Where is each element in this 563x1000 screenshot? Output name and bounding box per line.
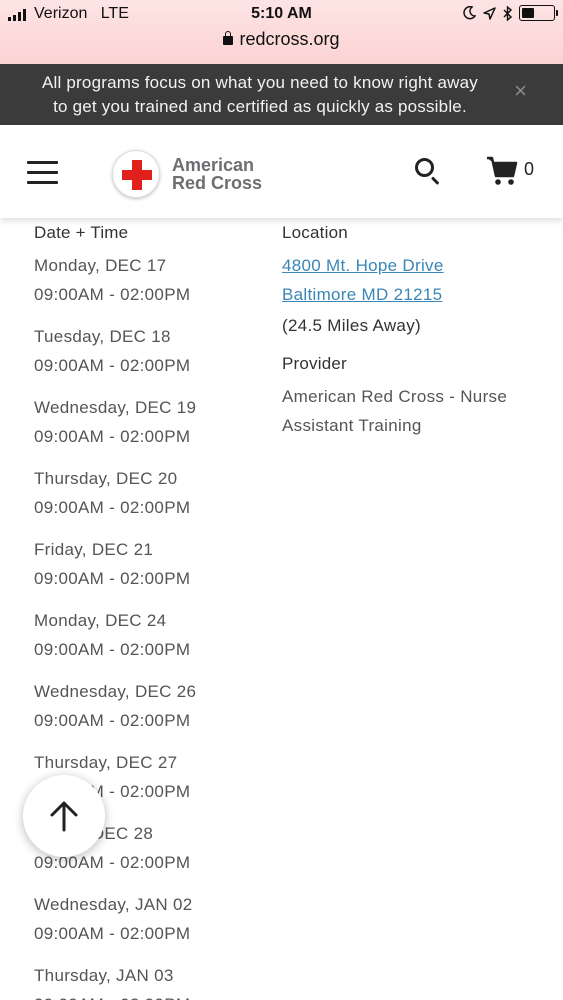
logo-line-1: American	[172, 155, 255, 175]
distance-text: (24.5 Miles Away)	[282, 316, 421, 335]
location-column: Location 4800 Mt. Hope Drive Baltimore M…	[282, 222, 542, 440]
schedule-slot: Monday, DEC 24 09:00AM - 02:00PM	[34, 606, 264, 664]
slot-time: 09:00AM - 02:00PM	[34, 640, 191, 659]
back-to-top-button[interactable]	[23, 775, 105, 857]
cart-button[interactable]: 0	[486, 155, 534, 187]
schedule-slot: Tuesday, DEC 18 09:00AM - 02:00PM	[34, 322, 264, 380]
provider-name-line-1: American Red Cross - Nurse	[282, 387, 508, 406]
close-icon[interactable]: ×	[514, 78, 527, 104]
arrow-up-icon	[50, 801, 78, 832]
location-arrow-icon	[483, 6, 496, 20]
slot-time: 09:00AM - 02:00PM	[34, 990, 264, 1000]
date-time-heading: Date + Time	[34, 223, 129, 242]
url-text: redcross.org	[239, 29, 340, 49]
address-link-line-2[interactable]: Baltimore MD 21215	[282, 280, 542, 309]
provider-heading: Provider	[282, 354, 347, 373]
banner-line-2: to get you trained and certified as quic…	[53, 97, 467, 116]
slot-day: Wednesday, DEC 26	[34, 682, 197, 701]
cart-icon	[487, 156, 518, 185]
logo-line-2: Red Cross	[172, 173, 263, 193]
schedule-slot: Wednesday, JAN 02 09:00AM - 02:00PM	[34, 890, 264, 948]
slot-day: Wednesday, DEC 19	[34, 398, 197, 417]
slot-day: Monday, DEC 24	[34, 611, 167, 630]
slot-day: Wednesday, JAN 02	[34, 895, 193, 914]
slot-time: 09:00AM - 02:00PM	[34, 711, 191, 730]
moon-icon	[463, 6, 476, 20]
schedule-column: Date + Time Monday, DEC 17 09:00AM - 02:0…	[34, 222, 264, 1000]
schedule-slot: Thursday, JAN 03 09:00AM - 02:00PM	[34, 961, 264, 1000]
banner-message: All programs focus on what you need to k…	[0, 71, 520, 119]
bluetooth-icon	[503, 5, 512, 21]
slot-day: Monday, DEC 17	[34, 256, 167, 275]
address-bar[interactable]: redcross.org	[0, 29, 563, 50]
slot-time: 09:00AM - 02:00PM	[34, 285, 191, 304]
info-banner: All programs focus on what you need to k…	[0, 64, 563, 125]
class-details: Date + Time Monday, DEC 17 09:00AM - 02:0…	[0, 218, 563, 1000]
schedule-list: Monday, DEC 17 09:00AM - 02:00PM Tuesday, …	[34, 251, 264, 1000]
banner-line-1: All programs focus on what you need to k…	[41, 73, 479, 92]
schedule-slot: Wednesday, DEC 26 09:00AM - 02:00PM	[34, 677, 264, 735]
slot-time: 09:00AM - 02:00PM	[34, 498, 191, 517]
search-icon[interactable]	[412, 155, 444, 187]
hamburger-menu-icon[interactable]	[27, 161, 58, 185]
cart-count: 0	[524, 158, 535, 179]
lock-icon	[223, 31, 234, 45]
schedule-slot: Friday, DEC 21 09:00AM - 02:00PM	[34, 535, 264, 593]
slot-day: Thursday, JAN 03	[34, 966, 174, 985]
slot-time: 09:00AM - 02:00PM	[34, 356, 191, 375]
schedule-slot: Wednesday, DEC 19 09:00AM - 02:00PM	[34, 393, 264, 451]
red-cross-logo[interactable]: American Red Cross	[112, 150, 262, 198]
location-heading: Location	[282, 223, 348, 242]
slot-day: Friday, DEC 21	[34, 540, 154, 559]
provider-name-line-2: Assistant Training	[282, 416, 422, 435]
battery-icon	[519, 5, 558, 21]
site-header: American Red Cross 0	[0, 125, 563, 218]
slot-day: Tuesday, DEC 18	[34, 327, 171, 346]
slot-day: Thursday, DEC 27	[34, 753, 178, 772]
schedule-slot: Monday, DEC 17 09:00AM - 02:00PM	[34, 251, 264, 309]
schedule-slot: Thursday, DEC 20 09:00AM - 02:00PM	[34, 464, 264, 522]
red-cross-icon	[112, 150, 160, 198]
status-bar: Verizon LTE 5:10 AM redcross.org	[0, 0, 563, 64]
slot-day: Thursday, DEC 20	[34, 469, 178, 488]
slot-time: 09:00AM - 02:00PM	[34, 427, 191, 446]
address-link-line-1[interactable]: 4800 Mt. Hope Drive	[282, 251, 542, 280]
slot-time: 09:00AM - 02:00PM	[34, 924, 191, 943]
slot-time: 09:00AM - 02:00PM	[34, 569, 191, 588]
logo-wordmark: American Red Cross	[172, 156, 262, 192]
